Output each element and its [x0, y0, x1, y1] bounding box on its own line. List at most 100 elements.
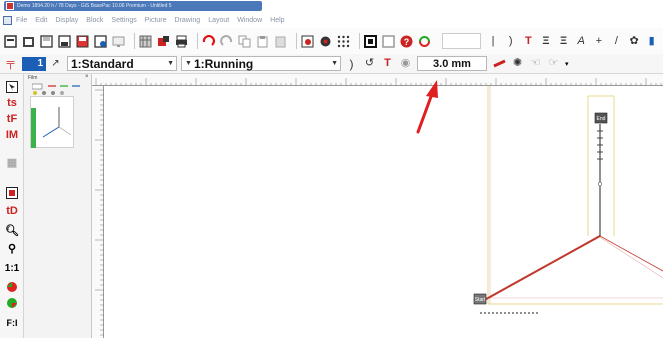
film-thumbnail[interactable]	[30, 96, 74, 148]
grid-icon[interactable]	[139, 35, 152, 48]
hand-dropdown-icon[interactable]: ☞	[547, 57, 560, 70]
select-icon[interactable]	[4, 80, 20, 94]
menu-bar: File Edit Display Block Settings Picture…	[0, 12, 663, 28]
line-style-icon[interactable]: ↗	[49, 57, 62, 70]
line-color-icon[interactable]	[493, 57, 506, 70]
view-icon[interactable]	[301, 35, 314, 48]
box-icon[interactable]	[382, 34, 395, 48]
new-icon[interactable]	[4, 34, 17, 48]
toolbar-separator	[295, 33, 297, 49]
save-icon[interactable]	[40, 34, 53, 48]
align-left-icon[interactable]: Ξ	[540, 35, 553, 48]
bracket-icon[interactable]: )	[504, 35, 517, 48]
property-toolbar: ╤ 1 ↗ 1:Standard ▼ ▼ 1:Running ▼ ) ↺ T ◉…	[0, 54, 663, 74]
thickness-field[interactable]: 3.0 mm	[417, 56, 487, 71]
fit-label[interactable]: F:I	[4, 316, 20, 330]
paste-icon[interactable]	[256, 35, 269, 48]
help-icon[interactable]: ?	[400, 35, 413, 48]
drawing-canvas[interactable]: End Start	[104, 86, 663, 338]
drawn-line-thin[interactable]	[599, 235, 663, 272]
menu-display[interactable]: Display	[55, 17, 78, 24]
ts-tool-icon[interactable]: ts	[4, 96, 20, 110]
window-title: Demo 1894.20 h / 78 Days - GiS BasePac 1…	[17, 3, 172, 9]
film-panel-title: Film	[28, 75, 38, 81]
frame-select-icon[interactable]	[4, 186, 20, 200]
thumbnail-preview	[42, 107, 72, 138]
left-toolbar: ts tF IM ▦ tD 🔍︎ ⚲ 1:1 F:I	[0, 74, 24, 338]
app-icon	[6, 2, 14, 10]
zoom-in-icon[interactable]: 🔍︎	[4, 224, 20, 238]
save-as-icon[interactable]	[58, 34, 71, 48]
pin-icon[interactable]: T	[522, 35, 535, 48]
layer-number-field[interactable]: 1	[22, 56, 46, 71]
window-title-pill: Demo 1894.20 h / 78 Days - GiS BasePac 1…	[4, 1, 262, 11]
align-right-icon[interactable]: Ξ	[557, 35, 570, 48]
menu-picture[interactable]: Picture	[145, 17, 167, 24]
overflow-icon[interactable]: ▮	[645, 35, 658, 48]
start-marker-label: Start	[475, 297, 486, 303]
undo-icon[interactable]	[202, 34, 215, 48]
film-toolbar-icons[interactable]	[32, 82, 87, 96]
scale-1to1-label[interactable]: 1:1	[4, 262, 20, 276]
mode-select-value: 1:Running	[193, 56, 254, 71]
frame-icon[interactable]	[363, 34, 377, 48]
menu-window[interactable]: Window	[237, 17, 262, 24]
drawn-line-red[interactable]	[478, 235, 601, 304]
search-icon[interactable]: ◉	[399, 57, 412, 70]
pin-red-icon[interactable]: T	[381, 57, 394, 70]
pen-icon[interactable]: /	[610, 35, 623, 48]
toolbar-blank-field[interactable]	[441, 33, 481, 49]
hand-icon[interactable]: ☜	[529, 57, 542, 70]
gear-settings-icon[interactable]: ✺	[511, 57, 524, 70]
save-red-icon[interactable]	[76, 35, 89, 48]
delete-icon[interactable]	[274, 35, 287, 48]
svg-text:?: ?	[404, 37, 410, 47]
im-tool-icon[interactable]: IM	[4, 128, 20, 142]
redo-icon[interactable]	[220, 34, 233, 48]
export-icon[interactable]	[157, 35, 170, 48]
block-tool-icon[interactable]: ▦	[4, 156, 20, 170]
menu-block[interactable]: Block	[86, 17, 103, 24]
mode-select[interactable]: ▼ 1:Running ▼	[181, 56, 341, 71]
zoom-out-icon[interactable]: ⚲	[4, 242, 20, 256]
menu-help[interactable]: Help	[270, 17, 284, 24]
style-select[interactable]: 1:Standard ▼	[67, 56, 177, 71]
color-red-icon[interactable]	[4, 280, 20, 294]
arc-icon[interactable]: )	[345, 57, 358, 70]
gear-icon[interactable]: ✿	[628, 35, 641, 48]
color-green-icon[interactable]	[4, 296, 20, 310]
pin-layer-icon[interactable]: ╤	[4, 57, 17, 70]
guide-diagonal-right	[597, 235, 663, 279]
save-copy-icon[interactable]	[94, 34, 107, 48]
settings-icon[interactable]	[319, 35, 332, 48]
open-icon[interactable]	[22, 35, 35, 48]
menu-edit[interactable]: Edit	[35, 17, 47, 24]
drawing-svg: End Start	[473, 86, 663, 314]
chevron-down-icon[interactable]: ▾	[565, 60, 569, 68]
main-toolbar: ? | ) T Ξ Ξ A + / ✿ ▮	[0, 28, 663, 54]
tf-tool-icon[interactable]: tF	[4, 112, 20, 126]
print-icon[interactable]	[175, 35, 188, 48]
td-tool-icon[interactable]: tD	[4, 204, 20, 218]
toolbar-separator	[134, 33, 135, 49]
chevron-down-icon: ▼	[331, 60, 338, 67]
document-menu-icon[interactable]	[3, 15, 12, 25]
refresh-icon[interactable]	[418, 35, 431, 48]
monitor-icon[interactable]	[112, 35, 125, 48]
active-film-indicator	[31, 108, 36, 148]
ruler-vertical	[92, 86, 104, 338]
chevron-down-icon: ▼	[185, 60, 192, 67]
menu-settings[interactable]: Settings	[111, 17, 136, 24]
dots-grid-icon[interactable]	[337, 35, 350, 48]
menu-drawing[interactable]: Drawing	[175, 17, 201, 24]
line-tool-icon[interactable]: |	[487, 35, 500, 48]
text-tool-icon[interactable]: A	[575, 35, 588, 48]
copy-icon[interactable]	[238, 35, 251, 48]
toolbar-separator	[196, 33, 198, 49]
curve-icon[interactable]: ↺	[363, 57, 376, 70]
move-icon[interactable]: +	[593, 35, 606, 48]
path-node[interactable]	[597, 181, 603, 187]
menu-file[interactable]: File	[16, 17, 27, 24]
menu-layout[interactable]: Layout	[208, 17, 229, 24]
close-icon[interactable]: ×	[85, 74, 89, 80]
